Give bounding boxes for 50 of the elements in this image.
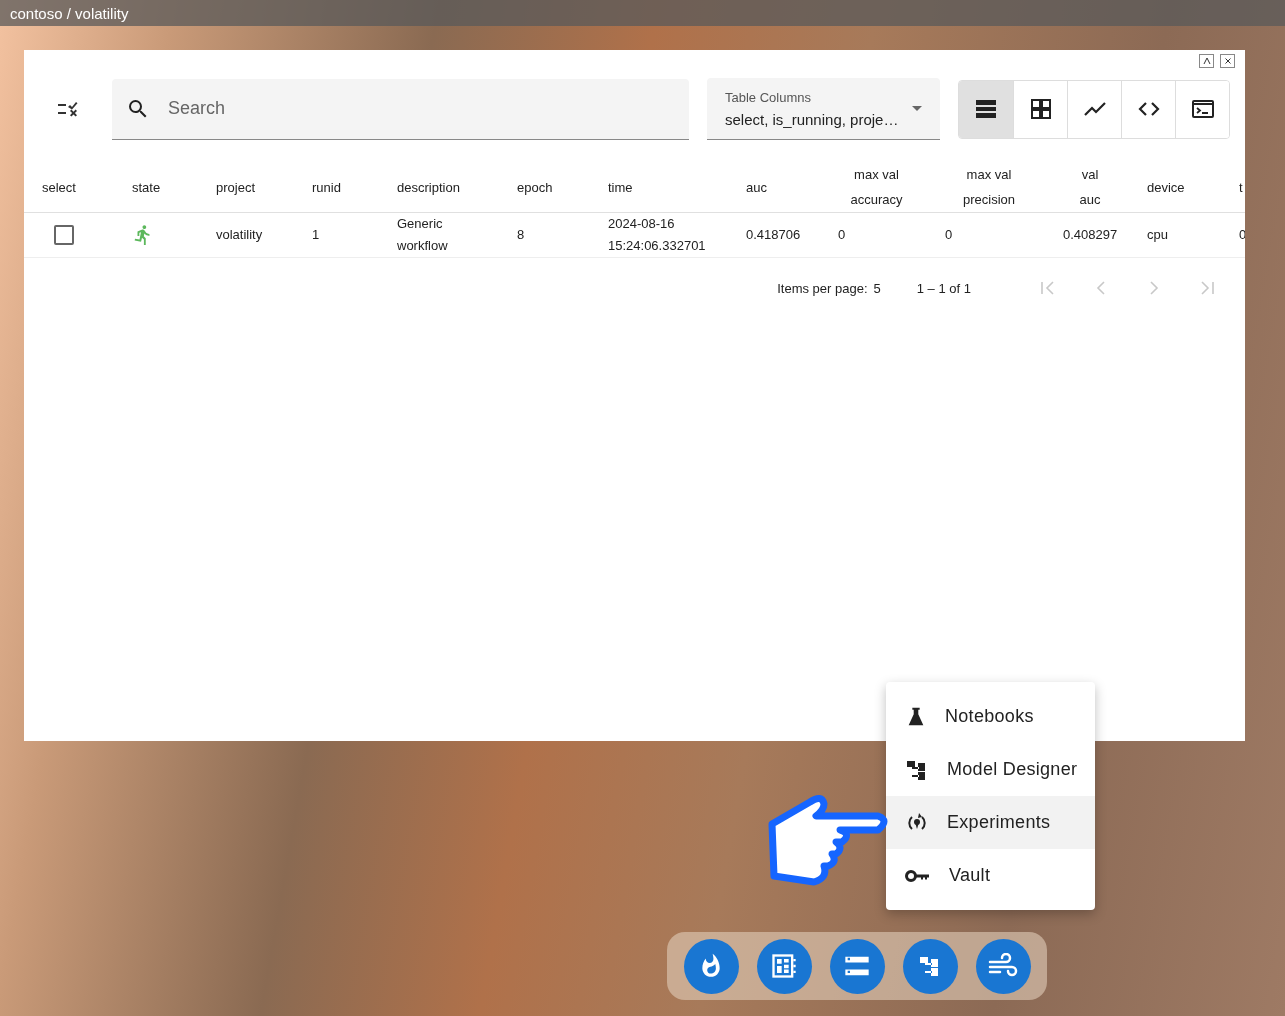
menu-item[interactable]: Vault [886, 849, 1095, 902]
page-range-label: 1 – 1 of 1 [916, 280, 971, 296]
column-header: select [42, 178, 77, 197]
wind-icon [988, 953, 1018, 979]
grid-icon [1029, 98, 1052, 120]
menu-item[interactable]: Model Designer [886, 743, 1095, 796]
breadcrumb-title: contoso / volatility [10, 4, 129, 22]
column-header: runid [312, 178, 342, 197]
view-toggle-button[interactable] [1175, 80, 1229, 138]
column-header: max val precision [962, 166, 1016, 209]
last-page-icon [1199, 280, 1215, 296]
view-toggle-button[interactable] [959, 80, 1013, 138]
table-cell-text: 0 [1239, 226, 1245, 244]
caret-up-icon [1202, 57, 1211, 65]
column-header: auc [746, 178, 768, 197]
table-cell-text: 1 [312, 226, 321, 244]
menu-item[interactable]: Experiments [886, 796, 1095, 849]
table-cell-text: 2024-08-16 15:24:06.332701 [608, 215, 707, 255]
column-header: time [608, 178, 634, 197]
table-columns-dropdown[interactable]: Table Columns select, is_running, proje… [707, 78, 940, 140]
table-cell-text: Generic workflow [397, 215, 449, 255]
table-cell-text: 0 [838, 226, 847, 244]
items-per-page-label: Items per page: [777, 280, 868, 296]
column-header: description [397, 178, 461, 197]
table-cell-text: volatility [216, 226, 264, 244]
column-header: val auc [1078, 166, 1102, 209]
search-field[interactable]: Search [112, 78, 689, 140]
menu-item[interactable]: Notebooks [886, 690, 1095, 743]
table-cell-text: 8 [517, 226, 526, 244]
dropdown-caret-icon [912, 106, 922, 111]
dashboard-icon [770, 952, 798, 980]
table-cell-text: 0.418706 [746, 226, 802, 244]
collapse-button[interactable] [1199, 54, 1214, 68]
column-header: device [1147, 178, 1186, 197]
column-header: project [216, 178, 257, 197]
column-header: max val accuracy [849, 166, 904, 209]
first-page-icon [1040, 280, 1056, 296]
close-button[interactable] [1220, 54, 1235, 68]
column-header: state [132, 178, 162, 197]
column-header: t [1239, 178, 1244, 197]
terminal-icon [1190, 97, 1215, 121]
close-icon [1223, 57, 1232, 65]
list-icon [974, 97, 998, 121]
table-cell-text: cpu [1147, 226, 1169, 244]
key-icon [905, 867, 931, 884]
row-checkbox[interactable] [54, 225, 74, 245]
table-cell-text: 0.408297 [1063, 226, 1119, 244]
table-cell-text: 0 [945, 226, 954, 244]
page-size-select[interactable]: 5 [873, 280, 881, 296]
column-header: epoch [517, 178, 554, 197]
